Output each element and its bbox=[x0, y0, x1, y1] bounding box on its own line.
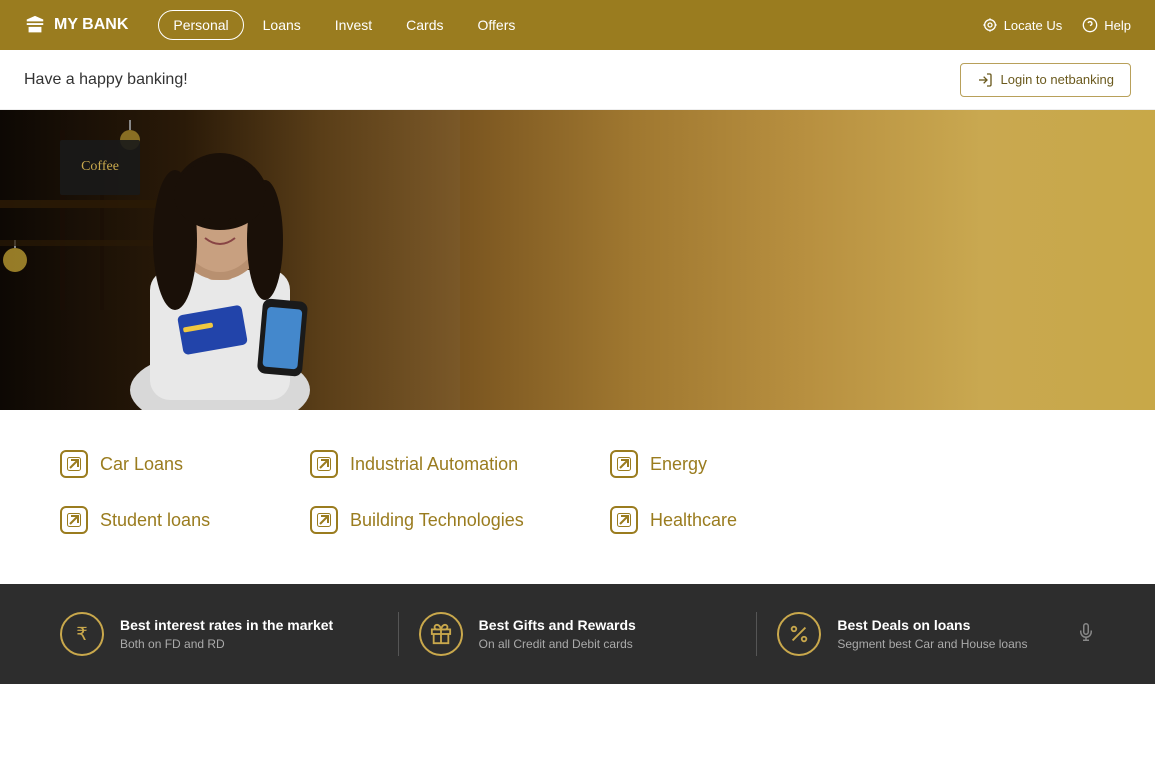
footer-deals-text: Best Deals on loans Segment best Car and… bbox=[837, 617, 1027, 651]
arrow-icon bbox=[310, 450, 338, 478]
nav-loans[interactable]: Loans bbox=[248, 10, 316, 40]
mic-icon bbox=[1077, 623, 1095, 641]
login-button-label: Login to netbanking bbox=[1001, 72, 1114, 87]
locate-us-button[interactable]: Locate Us bbox=[982, 17, 1063, 33]
link-industrial-automation[interactable]: Industrial Automation bbox=[310, 450, 590, 478]
link-building-technologies-label: Building Technologies bbox=[350, 510, 524, 531]
gift-icon bbox=[430, 623, 452, 645]
link-building-technologies[interactable]: Building Technologies bbox=[310, 506, 590, 534]
footer-interest-title: Best interest rates in the market bbox=[120, 617, 333, 633]
link-industrial-automation-label: Industrial Automation bbox=[350, 454, 518, 475]
login-button[interactable]: Login to netbanking bbox=[960, 63, 1131, 97]
footer-deals-title: Best Deals on loans bbox=[837, 617, 1027, 633]
links-section: Car Loans Industrial Automation Energy bbox=[0, 410, 1155, 584]
footer-gifts-subtitle: On all Credit and Debit cards bbox=[479, 637, 636, 651]
nav-invest[interactable]: Invest bbox=[320, 10, 387, 40]
percent-icon-circle bbox=[777, 612, 821, 656]
nav-bar: MY BANK Personal Loans Invest Cards Offe… bbox=[0, 0, 1155, 50]
locate-icon bbox=[982, 17, 998, 33]
tagline: Have a happy banking! bbox=[24, 71, 188, 89]
footer-gifts-text: Best Gifts and Rewards On all Credit and… bbox=[479, 617, 636, 651]
logo-icon bbox=[24, 14, 46, 36]
link-energy-label: Energy bbox=[650, 454, 707, 475]
footer-interest-subtitle: Both on FD and RD bbox=[120, 637, 333, 651]
link-arrow-svg bbox=[67, 513, 81, 527]
rupee-icon-circle: ₹ bbox=[60, 612, 104, 656]
rupee-icon: ₹ bbox=[76, 624, 87, 645]
arrow-icon bbox=[610, 506, 638, 534]
hero-banner: Coffee bbox=[0, 110, 1155, 410]
footer-gifts-rewards: Best Gifts and Rewards On all Credit and… bbox=[398, 612, 757, 656]
nav-links: Personal Loans Invest Cards Offers bbox=[158, 10, 981, 40]
footer-interest-rates: ₹ Best interest rates in the market Both… bbox=[40, 612, 398, 656]
nav-logo[interactable]: MY BANK bbox=[24, 14, 128, 36]
link-student-loans-label: Student loans bbox=[100, 510, 210, 531]
help-label: Help bbox=[1104, 18, 1131, 33]
footer-gifts-title: Best Gifts and Rewards bbox=[479, 617, 636, 633]
svg-text:Coffee: Coffee bbox=[81, 159, 119, 174]
footer-deals: Best Deals on loans Segment best Car and… bbox=[756, 612, 1115, 656]
link-student-loans[interactable]: Student loans bbox=[60, 506, 290, 534]
logo-text: MY BANK bbox=[54, 16, 128, 34]
arrow-icon bbox=[60, 450, 88, 478]
link-car-loans[interactable]: Car Loans bbox=[60, 450, 290, 478]
link-arrow-svg bbox=[617, 457, 631, 471]
mic-button[interactable] bbox=[1077, 623, 1095, 646]
nav-offers[interactable]: Offers bbox=[463, 10, 531, 40]
percent-icon bbox=[788, 623, 810, 645]
arrow-icon bbox=[60, 506, 88, 534]
link-healthcare[interactable]: Healthcare bbox=[610, 506, 810, 534]
link-arrow-svg bbox=[317, 457, 331, 471]
footer-banner: ₹ Best interest rates in the market Both… bbox=[0, 584, 1155, 684]
link-arrow-svg bbox=[317, 513, 331, 527]
link-arrow-svg bbox=[617, 513, 631, 527]
nav-right: Locate Us Help bbox=[982, 17, 1131, 33]
link-arrow-svg bbox=[67, 457, 81, 471]
nav-cards[interactable]: Cards bbox=[391, 10, 458, 40]
link-car-loans-label: Car Loans bbox=[100, 454, 183, 475]
help-icon bbox=[1082, 17, 1098, 33]
link-healthcare-label: Healthcare bbox=[650, 510, 737, 531]
login-icon bbox=[977, 72, 993, 88]
hero-image: Coffee bbox=[0, 110, 460, 410]
arrow-icon bbox=[310, 506, 338, 534]
footer-interest-text: Best interest rates in the market Both o… bbox=[120, 617, 333, 651]
gift-icon-circle bbox=[419, 612, 463, 656]
link-energy[interactable]: Energy bbox=[610, 450, 810, 478]
locate-us-label: Locate Us bbox=[1004, 18, 1063, 33]
arrow-icon bbox=[610, 450, 638, 478]
help-button[interactable]: Help bbox=[1082, 17, 1131, 33]
sub-header: Have a happy banking! Login to netbankin… bbox=[0, 50, 1155, 110]
footer-deals-subtitle: Segment best Car and House loans bbox=[837, 637, 1027, 651]
nav-personal[interactable]: Personal bbox=[158, 10, 243, 40]
